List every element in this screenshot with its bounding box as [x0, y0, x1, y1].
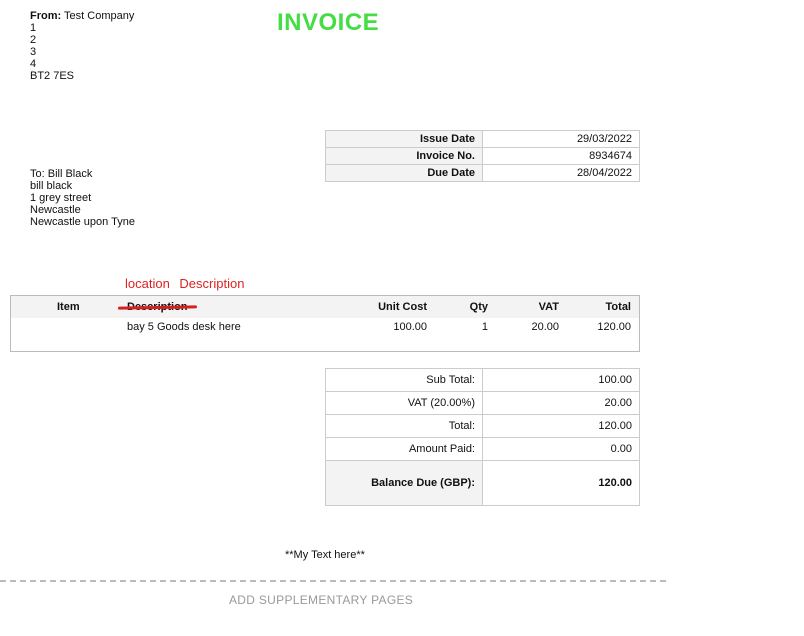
invoice-info-table: Issue Date 29/03/2022 Invoice No. 893467… — [325, 130, 640, 182]
add-supplementary-pages-button[interactable]: ADD SUPPLEMENTARY PAGES — [229, 593, 413, 607]
col-header-vat: VAT — [538, 301, 559, 313]
col-header-item: Item — [57, 301, 80, 313]
totals-key: Amount Paid: — [325, 437, 483, 461]
col-header-qty: Qty — [469, 301, 488, 313]
from-block: From: Test Company 1 2 3 4 BT2 7ES — [30, 10, 134, 82]
info-value: 29/03/2022 — [482, 130, 640, 148]
invoice-title: INVOICE — [277, 9, 380, 36]
info-row-due-date: Due Date 28/04/2022 — [325, 164, 640, 182]
totals-row-vat: VAT (20.00%) 20.00 — [325, 391, 640, 415]
totals-row-balance-due: Balance Due (GBP): 120.00 — [325, 460, 640, 506]
totals-value: 120.00 — [482, 414, 640, 438]
info-key: Invoice No. — [325, 147, 483, 165]
totals-value: 20.00 — [482, 391, 640, 415]
from-address-line: 4 — [30, 58, 37, 70]
info-value: 28/04/2022 — [482, 164, 640, 182]
to-label: To: — [30, 168, 45, 180]
from-address-line: 1 — [30, 22, 37, 34]
col-header-total: Total — [605, 301, 631, 313]
vat-cell: 20.00 — [531, 321, 559, 333]
totals-row-subtotal: Sub Total: 100.00 — [325, 368, 640, 392]
to-address-line: 1 grey street — [30, 192, 92, 204]
totals-key: VAT (20.00%) — [325, 391, 483, 415]
from-address-line: 3 — [30, 46, 37, 58]
totals-value: 120.00 — [482, 460, 640, 506]
totals-key: Total: — [325, 414, 483, 438]
col-header-unit-cost: Unit Cost — [378, 301, 427, 313]
from-address-line: 2 — [30, 34, 37, 46]
info-row-issue-date: Issue Date 29/03/2022 — [325, 130, 640, 148]
info-value: 8934674 — [482, 147, 640, 165]
handwritten-annotation: location Description — [125, 276, 245, 291]
footer-text: **My Text here** — [285, 549, 365, 561]
totals-key: Balance Due (GBP): — [325, 460, 483, 506]
to-address-line: Newcastle — [30, 204, 81, 216]
from-postcode: BT2 7ES — [30, 70, 75, 82]
to-name: Bill Black — [47, 168, 93, 180]
from-line-company: From: Test Company — [30, 10, 134, 22]
to-block: To: Bill Black bill black 1 grey street … — [30, 168, 135, 228]
totals-value: 100.00 — [482, 368, 640, 392]
unit-cost-cell: 100.00 — [393, 321, 427, 333]
info-key: Due Date — [325, 164, 483, 182]
qty-cell: 1 — [481, 321, 488, 333]
line-items-table: Item Description Unit Cost Qty VAT Total… — [10, 295, 640, 352]
info-key: Issue Date — [325, 130, 483, 148]
totals-row-amount-paid: Amount Paid: 0.00 — [325, 437, 640, 461]
page-break-divider — [0, 580, 666, 582]
totals-key: Sub Total: — [325, 368, 483, 392]
to-address-line: Newcastle upon Tyne — [30, 216, 135, 228]
totals-value: 0.00 — [482, 437, 640, 461]
totals-row-total: Total: 120.00 — [325, 414, 640, 438]
total-cell: 120.00 — [597, 321, 631, 333]
to-line-name: To: Bill Black — [30, 168, 135, 180]
info-row-invoice-no: Invoice No. 8934674 — [325, 147, 640, 165]
from-company: Test Company — [64, 10, 135, 22]
from-label: From: — [30, 10, 62, 22]
totals-table: Sub Total: 100.00 VAT (20.00%) 20.00 Tot… — [325, 368, 640, 506]
to-address-line: bill black — [30, 180, 73, 192]
description-cell: bay 5 Goods desk here — [127, 321, 241, 333]
